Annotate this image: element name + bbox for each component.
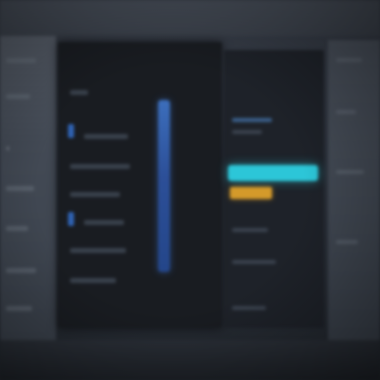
sidebar-item[interactable] [336,170,364,174]
sidebar-item[interactable] [6,306,32,311]
list-item[interactable] [70,192,120,197]
list-item[interactable] [70,278,116,283]
inspector-panel [224,50,324,328]
top-toolbar [0,0,380,36]
main-panel [58,42,222,328]
bottom-status-bar [0,340,380,380]
inspector-row[interactable] [232,260,276,264]
list-item[interactable] [70,248,126,253]
chevron-icon[interactable]: ‹ [6,144,16,154]
list-item[interactable] [70,164,130,169]
sidebar-item[interactable] [6,268,36,273]
sidebar-item[interactable] [336,58,362,62]
right-sidebar [328,40,380,340]
blurred-ui: ‹ [0,0,380,380]
list-item[interactable] [84,220,124,225]
status-badge [68,124,74,138]
sidebar-item[interactable] [6,186,34,191]
app-window: ‹ [0,0,380,380]
inspector-row[interactable] [232,118,272,122]
inspector-row[interactable] [232,306,266,310]
list-item[interactable] [70,90,88,95]
sidebar-item[interactable] [6,58,36,63]
inspector-row[interactable] [232,130,262,134]
primary-button[interactable] [228,165,318,181]
sidebar-item[interactable] [6,226,28,231]
status-badge [68,212,74,226]
scrollbar[interactable] [158,100,170,272]
list-item[interactable] [84,134,128,139]
inspector-row[interactable] [232,228,268,232]
sidebar-item[interactable] [6,94,30,99]
sidebar-item[interactable] [336,110,356,114]
secondary-button[interactable] [230,187,272,199]
sidebar-item[interactable] [336,240,358,244]
left-sidebar: ‹ [0,36,56,346]
